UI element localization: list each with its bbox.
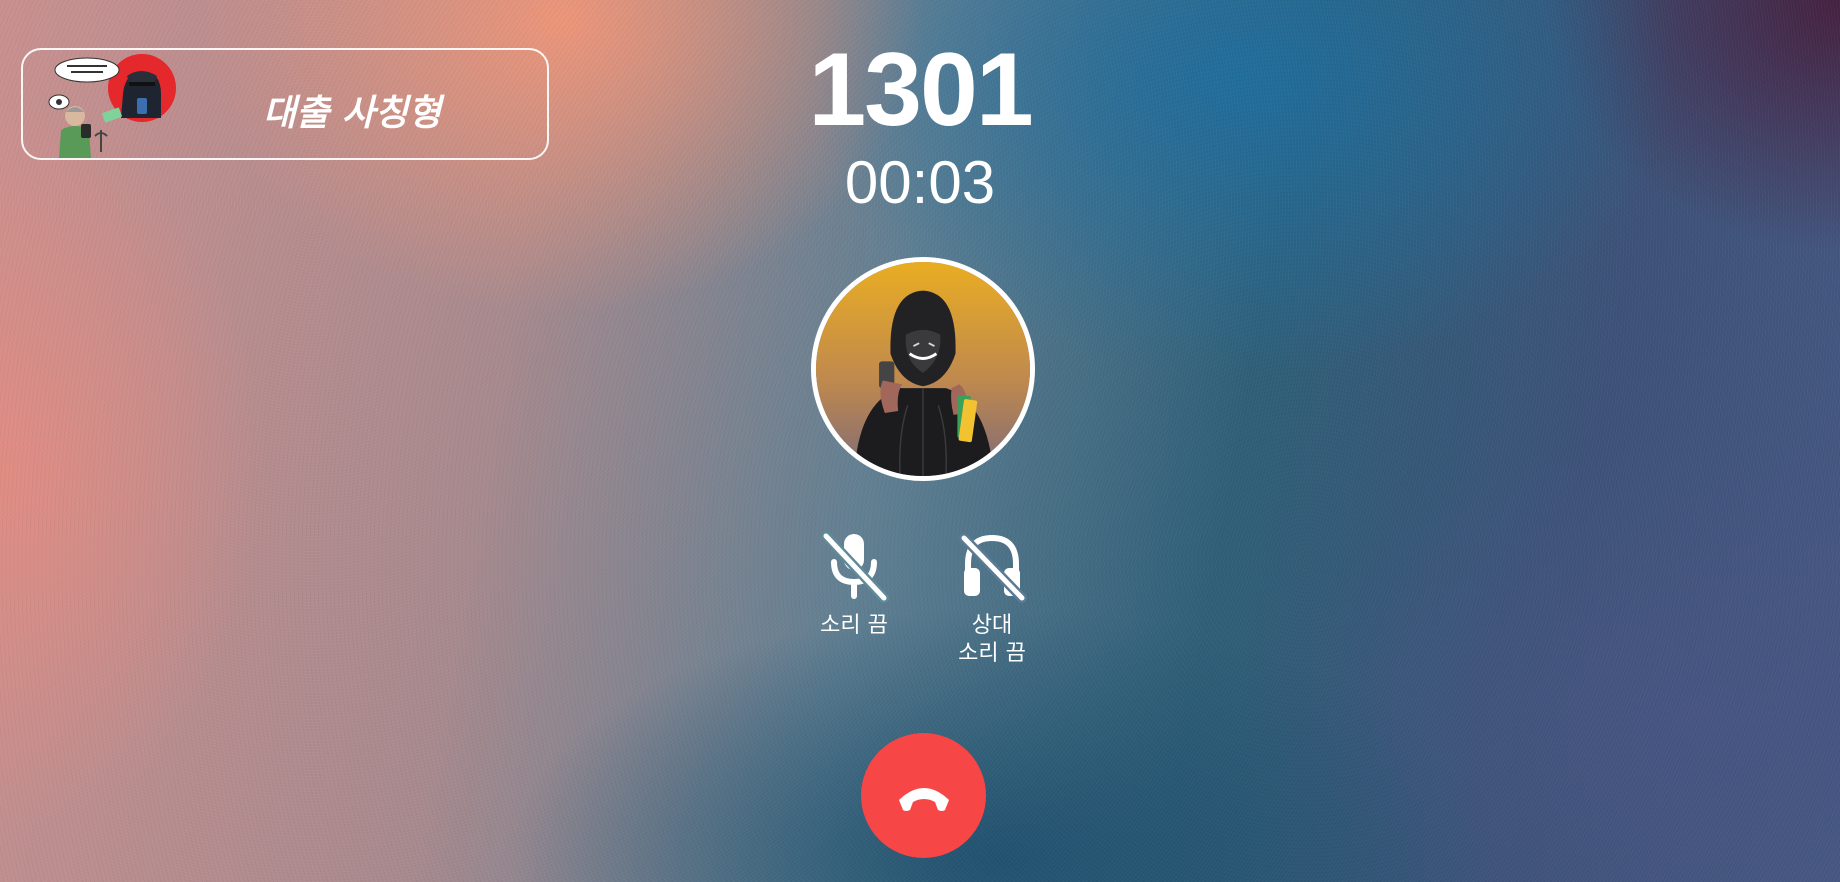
call-screen: 대출 사칭형 1301 00:03 소리 끔 상대 소리 끔 xyxy=(0,0,1840,882)
mic-off-icon xyxy=(821,531,889,603)
remote-mute-button[interactable]: 상대 소리 끔 xyxy=(932,528,1052,668)
mute-label: 소리 끔 xyxy=(820,613,888,638)
caller-number: 1301 xyxy=(808,32,1033,148)
end-call-button[interactable] xyxy=(861,733,986,858)
caller-avatar xyxy=(811,257,1035,481)
phone-hangup-icon xyxy=(898,787,949,811)
mute-button[interactable]: 소리 끔 xyxy=(794,528,914,640)
call-timer: 00:03 xyxy=(844,149,996,216)
remote-mute-label: 상대 소리 끔 xyxy=(958,613,1026,666)
headset-off-icon xyxy=(959,533,1027,603)
